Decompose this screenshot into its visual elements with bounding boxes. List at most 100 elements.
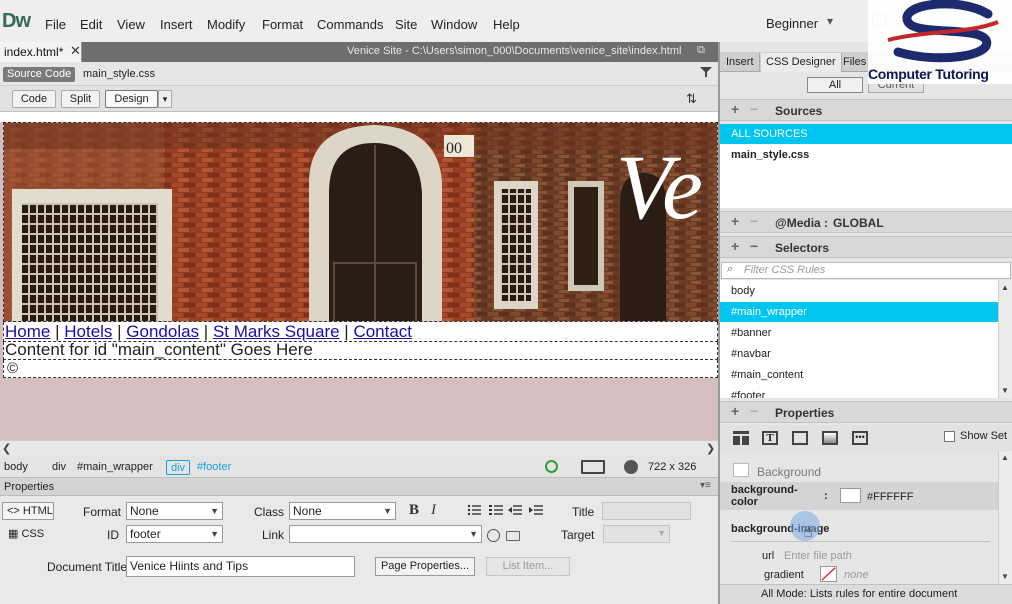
remove-source-icon[interactable]: − — [750, 101, 758, 117]
point-to-file-icon[interactable] — [487, 529, 500, 542]
scroll-down-icon[interactable]: ▼ — [1001, 386, 1009, 395]
sort-icon[interactable]: ⇅ — [686, 91, 697, 107]
tab-insert[interactable]: Insert — [721, 53, 760, 72]
add-selector-icon[interactable]: + — [731, 238, 739, 254]
tag-body[interactable]: body — [0, 460, 32, 475]
footer-div[interactable]: © — [3, 360, 718, 378]
html-mode-button[interactable]: <> HTML — [2, 502, 54, 520]
document-title-input[interactable]: Venice Hiints and Tips — [126, 556, 355, 577]
gradient-swatch-icon[interactable] — [820, 566, 837, 582]
add-property-icon[interactable]: + — [731, 403, 739, 419]
menu-help[interactable]: Help — [493, 17, 520, 32]
italic-button[interactable]: I — [431, 502, 436, 519]
device-preview-icon[interactable] — [581, 460, 605, 474]
main-content-div[interactable]: Content for id "main_content" Goes Here — [3, 341, 718, 360]
nav-link-gondolas[interactable]: Gondolas — [126, 322, 199, 341]
check-circle-icon[interactable] — [545, 460, 558, 473]
scroll-up-icon[interactable]: ▲ — [1001, 453, 1009, 462]
source-code-button[interactable]: Source Code — [3, 67, 76, 82]
filter-icon[interactable] — [699, 66, 713, 78]
selector-item[interactable]: body — [720, 281, 998, 301]
tag-div-active[interactable]: div — [166, 460, 191, 475]
scroll-right-icon[interactable]: ❯ — [706, 442, 715, 455]
more-category-icon[interactable]: ••• — [852, 431, 868, 445]
menu-insert[interactable]: Insert — [160, 17, 193, 32]
selector-item[interactable]: #main_content — [720, 365, 998, 385]
menu-edit[interactable]: Edit — [80, 17, 102, 32]
window-size-dropdown[interactable]: 722 x 326 — [648, 461, 696, 473]
nav-link-home[interactable]: Home — [5, 322, 50, 341]
scroll-up-icon[interactable]: ▲ — [1001, 283, 1009, 292]
filter-css-rules-input[interactable]: Filter CSS Rules — [721, 262, 1011, 279]
html-mode-label: HTML — [22, 505, 53, 517]
source-main-style[interactable]: main_style.css — [731, 149, 809, 161]
menu-view[interactable]: View — [117, 17, 145, 32]
tag-div[interactable]: div — [48, 460, 70, 475]
url-input[interactable]: Enter file path — [784, 550, 852, 562]
properties-scrollbar[interactable] — [998, 451, 1012, 584]
chevron-down-icon[interactable]: ▾ — [827, 14, 833, 28]
unordered-list-icon[interactable] — [467, 504, 481, 516]
nav-link-st-marks[interactable]: St Marks Square — [213, 322, 340, 341]
tab-close-icon[interactable]: ✕ — [70, 43, 81, 59]
workspace-switcher[interactable]: Beginner — [766, 16, 818, 31]
bold-button[interactable]: B — [409, 502, 419, 519]
border-category-icon[interactable] — [792, 431, 808, 445]
view-mode-dropdown[interactable]: ▾ — [158, 90, 172, 108]
tag-main-wrapper[interactable]: #main_wrapper — [77, 461, 153, 473]
selector-item[interactable]: #main_wrapper — [720, 302, 998, 322]
folder-icon[interactable] — [506, 531, 520, 541]
menu-format[interactable]: Format — [262, 17, 303, 32]
css-mode-label: CSS — [21, 528, 45, 540]
related-file-link[interactable]: main_style.css — [83, 68, 155, 80]
globe-icon[interactable] — [624, 460, 638, 474]
scroll-left-icon[interactable]: ❮ — [2, 442, 11, 455]
nav-link-contact[interactable]: Contact — [353, 322, 412, 341]
selectors-scrollbar[interactable] — [998, 280, 1012, 398]
layout-category-icon[interactable] — [733, 431, 749, 445]
background-color-value[interactable]: #FFFFFF — [867, 491, 913, 503]
remove-property-icon[interactable]: − — [750, 403, 758, 419]
background-category-icon[interactable] — [822, 431, 838, 445]
menu-file[interactable]: File — [45, 17, 66, 32]
horizontal-scrollbar[interactable] — [0, 440, 718, 456]
sources-title: Sources — [775, 104, 823, 118]
all-mode-button[interactable]: All — [807, 77, 863, 93]
panel-menu-icon[interactable]: ▾≡ — [700, 480, 711, 491]
css-mode-button[interactable]: ▦ CSS — [2, 525, 54, 543]
selector-item[interactable]: #footer — [720, 386, 998, 398]
tab-css-designer[interactable]: CSS Designer — [761, 53, 842, 72]
menu-modify[interactable]: Modify — [207, 17, 245, 32]
selector-item[interactable]: #banner — [720, 323, 998, 343]
add-source-icon[interactable]: + — [731, 101, 739, 117]
ordered-list-icon[interactable] — [489, 504, 503, 516]
menu-site[interactable]: Site — [395, 17, 417, 32]
split-view-button[interactable]: Split — [61, 90, 100, 108]
id-select[interactable]: footer ▼ — [126, 525, 223, 543]
menu-window[interactable]: Window — [431, 17, 477, 32]
remove-selector-icon[interactable]: − — [750, 238, 758, 254]
page-properties-button[interactable]: Page Properties... — [375, 557, 475, 576]
menu-commands[interactable]: Commands — [317, 17, 383, 32]
all-sources-item[interactable]: ALL SOURCES — [720, 124, 1012, 144]
remove-media-icon[interactable]: − — [750, 213, 758, 229]
document-tab-label[interactable]: index.html* — [4, 45, 63, 59]
class-select[interactable]: None ▼ — [289, 502, 396, 520]
nav-link-hotels[interactable]: Hotels — [64, 322, 112, 341]
float-window-icon[interactable]: ⧉ — [697, 44, 705, 57]
outdent-icon[interactable] — [508, 504, 522, 516]
scroll-down-icon[interactable]: ▼ — [1001, 572, 1009, 581]
show-set-checkbox[interactable] — [944, 431, 955, 442]
color-swatch-button[interactable] — [840, 488, 861, 503]
url-label: url — [762, 550, 775, 562]
banner-image[interactable]: 00 Ve — [3, 122, 718, 322]
format-select[interactable]: None ▼ — [126, 502, 223, 520]
code-view-button[interactable]: Code — [12, 90, 56, 108]
add-media-icon[interactable]: + — [731, 213, 739, 229]
indent-icon[interactable] — [529, 504, 543, 516]
text-category-icon[interactable]: T — [762, 431, 778, 445]
tag-footer[interactable]: #footer — [197, 461, 231, 473]
selector-item[interactable]: #navbar — [720, 344, 998, 364]
link-input[interactable]: ▼ — [289, 525, 482, 543]
design-view-button[interactable]: Design — [105, 90, 158, 108]
